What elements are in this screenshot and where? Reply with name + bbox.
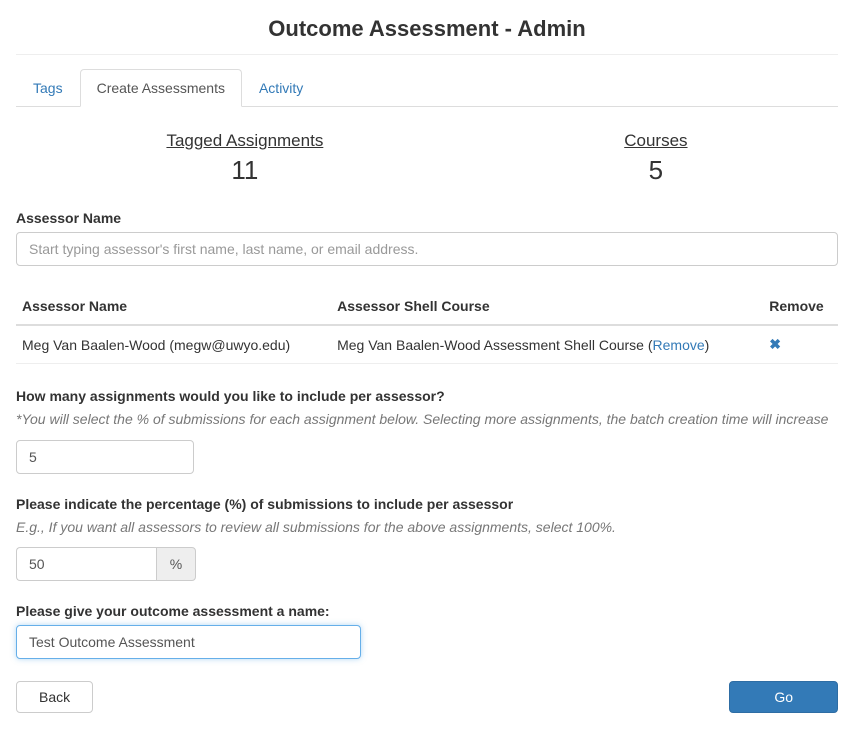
go-button[interactable]: Go xyxy=(729,681,838,713)
table-header-row: Assessor Name Assessor Shell Course Remo… xyxy=(16,288,838,325)
stat-tagged-assignments-label: Tagged Assignments xyxy=(166,131,323,151)
tab-activity[interactable]: Activity xyxy=(242,69,320,107)
stats-row: Tagged Assignments 11 Courses 5 xyxy=(16,131,838,186)
col-remove: Remove xyxy=(763,288,838,325)
stat-courses-value: 5 xyxy=(624,155,687,186)
assessment-name-section: Please give your outcome assessment a na… xyxy=(16,603,838,659)
tab-tags[interactable]: Tags xyxy=(16,69,80,107)
stat-tagged-assignments-value: 11 xyxy=(166,155,323,186)
col-assessor-name: Assessor Name xyxy=(16,288,331,325)
assessment-name-label: Please give your outcome assessment a na… xyxy=(16,603,838,619)
stat-courses: Courses 5 xyxy=(624,131,687,186)
stat-tagged-assignments: Tagged Assignments 11 xyxy=(166,131,323,186)
shell-text-suffix: ) xyxy=(705,337,710,353)
assessor-input[interactable] xyxy=(16,232,838,266)
percentage-hint: E.g., If you want all assessors to revie… xyxy=(16,518,838,538)
assignments-count-label: How many assignments would you like to i… xyxy=(16,388,838,404)
assignments-count-section: How many assignments would you like to i… xyxy=(16,388,838,474)
assessor-table: Assessor Name Assessor Shell Course Remo… xyxy=(16,288,838,364)
assessor-section: Assessor Name xyxy=(16,210,838,266)
stat-courses-label: Courses xyxy=(624,131,687,151)
percentage-input[interactable] xyxy=(16,547,156,581)
remove-shell-link[interactable]: Remove xyxy=(653,337,705,353)
table-row: Meg Van Baalen-Wood (megw@uwyo.edu) Meg … xyxy=(16,325,838,364)
assignments-count-input[interactable] xyxy=(16,440,194,474)
cell-assessor-shell: Meg Van Baalen-Wood Assessment Shell Cou… xyxy=(331,325,763,364)
assignments-count-hint: *You will select the % of submissions fo… xyxy=(16,410,838,430)
percent-addon: % xyxy=(156,547,196,581)
tab-create-assessments[interactable]: Create Assessments xyxy=(80,69,242,107)
col-assessor-shell: Assessor Shell Course xyxy=(331,288,763,325)
percentage-section: Please indicate the percentage (%) of su… xyxy=(16,496,838,582)
divider xyxy=(16,54,838,55)
percentage-input-group: % xyxy=(16,547,211,581)
assessor-label: Assessor Name xyxy=(16,210,838,226)
remove-icon[interactable]: ✖ xyxy=(769,336,781,352)
back-button[interactable]: Back xyxy=(16,681,93,713)
percentage-label: Please indicate the percentage (%) of su… xyxy=(16,496,838,512)
tabs-nav: Tags Create Assessments Activity xyxy=(16,69,838,107)
cell-assessor-name: Meg Van Baalen-Wood (megw@uwyo.edu) xyxy=(16,325,331,364)
cell-remove: ✖ xyxy=(763,325,838,364)
page-title: Outcome Assessment - Admin xyxy=(16,16,838,54)
assessment-name-input[interactable] xyxy=(16,625,361,659)
button-row: Back Go xyxy=(16,681,838,713)
shell-text-prefix: Meg Van Baalen-Wood Assessment Shell Cou… xyxy=(337,337,652,353)
